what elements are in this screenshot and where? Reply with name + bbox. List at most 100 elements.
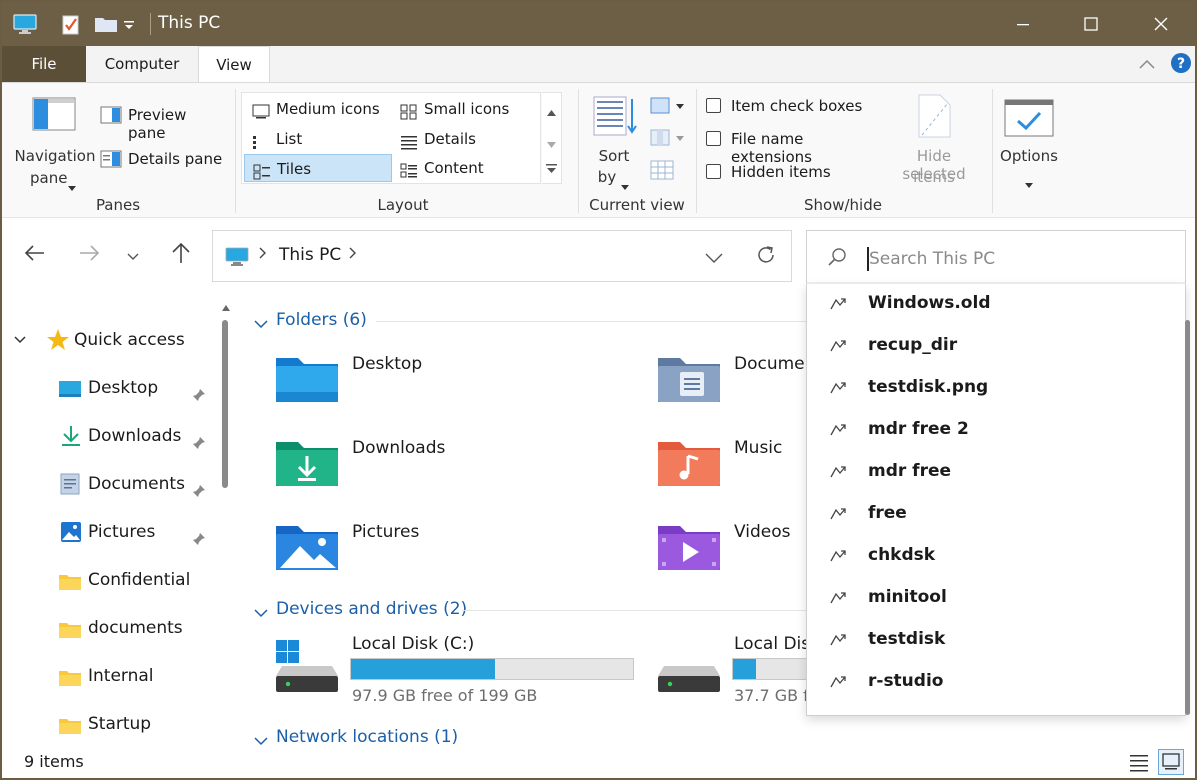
gallery-down-icon[interactable] xyxy=(547,133,556,152)
size-columns-icon[interactable] xyxy=(650,159,676,185)
computer-icon[interactable] xyxy=(12,12,38,36)
file-name-extensions-checkbox[interactable] xyxy=(706,131,721,146)
expand-chevron-icon[interactable] xyxy=(12,324,28,367)
up-button[interactable] xyxy=(166,240,196,270)
folder-tile-documents[interactable]: Documen xyxy=(652,348,808,408)
collapse-chevron-icon[interactable] xyxy=(254,314,268,333)
window-title: This PC xyxy=(158,13,221,33)
hidden-items-checkbox[interactable] xyxy=(706,164,721,179)
search-input[interactable]: Search This PC xyxy=(869,249,995,269)
folders-section-header[interactable]: Folders (6) xyxy=(276,310,367,330)
help-icon[interactable]: ? xyxy=(1170,52,1192,78)
group-by-icon[interactable] xyxy=(650,95,686,121)
devices-section-header[interactable]: Devices and drives (2) xyxy=(276,599,467,619)
content-scroll-thumb[interactable] xyxy=(1185,320,1190,715)
recent-search-icon xyxy=(829,380,847,394)
address-history-icon[interactable] xyxy=(705,249,723,268)
search-suggestion-item[interactable]: mdr free xyxy=(807,452,1185,494)
collapse-ribbon-icon[interactable] xyxy=(1138,56,1156,75)
breadcrumb-this-pc[interactable]: This PC xyxy=(279,245,341,265)
add-columns-icon[interactable] xyxy=(650,127,686,153)
folder-tile-pictures[interactable]: Pictures xyxy=(270,516,530,576)
search-suggestion-item[interactable]: mdr free 2 xyxy=(807,410,1185,452)
search-suggestion-item[interactable]: testdisk xyxy=(807,620,1185,662)
close-button[interactable] xyxy=(1126,2,1195,46)
gallery-more-icon[interactable] xyxy=(546,159,557,178)
drive-tile-c[interactable]: Local Disk (C:) 97.9 GB free of 199 GB xyxy=(270,634,640,710)
pin-icon[interactable] xyxy=(192,483,206,497)
collapse-chevron-icon[interactable] xyxy=(254,731,268,747)
navigation-pane-button[interactable]: Navigation pane xyxy=(12,87,95,191)
search-suggestion-item[interactable]: Windows.old xyxy=(807,284,1185,326)
sidebar-item-documents-folder[interactable]: documents xyxy=(56,612,216,644)
drive-usage-bar xyxy=(732,658,808,680)
layout-details[interactable]: Details xyxy=(392,125,538,153)
gallery-up-icon[interactable] xyxy=(547,101,556,120)
sidebar-item-confidential[interactable]: Confidential xyxy=(56,564,216,596)
layout-content[interactable]: Content xyxy=(392,154,538,182)
search-suggestion-item[interactable]: free xyxy=(807,494,1185,536)
medium-icons-icon xyxy=(252,101,270,119)
details-view-icon[interactable] xyxy=(1128,751,1150,777)
tab-computer[interactable]: Computer xyxy=(86,46,198,82)
customize-qat-icon[interactable] xyxy=(122,12,136,36)
desktop-icon xyxy=(58,379,82,411)
forward-arrow-icon xyxy=(78,244,100,266)
pin-icon[interactable] xyxy=(192,387,206,401)
folder-tile-desktop[interactable]: Desktop xyxy=(270,348,530,408)
search-suggestion-item[interactable]: r-studio xyxy=(807,662,1185,704)
quick-access-item[interactable]: Quick access xyxy=(12,324,212,356)
layout-list[interactable]: List xyxy=(244,125,392,153)
preview-pane-button[interactable]: Preview pane xyxy=(98,103,226,142)
layout-tiles[interactable]: Tiles xyxy=(244,154,392,182)
folder-tile-videos[interactable]: Videos xyxy=(652,516,808,576)
hidden-items-toggle[interactable]: Hidden items xyxy=(704,161,880,185)
suggestion-label: minitool xyxy=(868,587,947,607)
file-name-extensions-toggle[interactable]: File name extensions xyxy=(704,128,880,166)
new-folder-icon[interactable] xyxy=(94,12,118,36)
sort-by-button[interactable]: Sort by xyxy=(590,93,640,190)
details-pane-button[interactable]: Details pane xyxy=(98,147,226,173)
search-suggestion-item[interactable]: testdisk.png xyxy=(807,368,1185,410)
layout-medium-icons[interactable]: Medium icons xyxy=(244,95,392,123)
refresh-icon[interactable] xyxy=(755,244,777,270)
pin-icon[interactable] xyxy=(192,531,206,545)
nav-scroll-thumb[interactable] xyxy=(222,320,228,488)
tab-file[interactable]: File xyxy=(2,46,86,82)
forward-button[interactable] xyxy=(74,240,104,270)
medium-icons-label: Medium icons xyxy=(276,100,380,118)
large-icons-view-icon[interactable] xyxy=(1158,749,1184,775)
details-pane-icon xyxy=(100,150,122,172)
back-button[interactable] xyxy=(20,240,50,270)
item-check-boxes-toggle[interactable]: Item check boxes xyxy=(704,95,880,119)
layout-small-icons[interactable]: Small icons xyxy=(392,95,538,123)
search-box[interactable]: Search This PC xyxy=(806,230,1186,284)
search-suggestion-item[interactable]: minitool xyxy=(807,578,1185,620)
pin-icon[interactable] xyxy=(192,435,206,449)
item-check-boxes-checkbox[interactable] xyxy=(706,98,721,113)
hide-selected-items-button[interactable]: Hide selected items xyxy=(884,91,984,189)
network-section-header[interactable]: Network locations (1) xyxy=(276,727,458,747)
folder-tile-music[interactable]: Music xyxy=(652,432,808,492)
breadcrumb-chevron-icon[interactable] xyxy=(349,245,357,264)
scroll-up-icon[interactable] xyxy=(222,296,230,315)
maximize-button[interactable] xyxy=(1056,2,1126,46)
sidebar-item-label: Pictures xyxy=(88,522,156,542)
tab-view[interactable]: View xyxy=(198,46,270,83)
drive-tile-2[interactable]: Local Dis 37.7 GB f xyxy=(652,634,808,710)
details-pane-label: Details pane xyxy=(128,150,223,168)
breadcrumb-chevron-icon[interactable] xyxy=(259,245,267,264)
recent-locations-button[interactable] xyxy=(118,240,148,270)
options-button[interactable]: Options xyxy=(996,93,1062,189)
folder-tile-downloads[interactable]: Downloads xyxy=(270,432,530,492)
address-bar[interactable]: This PC xyxy=(212,230,792,282)
search-suggestion-item[interactable]: recup_dir xyxy=(807,326,1185,368)
sidebar-item-internal[interactable]: Internal xyxy=(56,660,216,692)
search-suggestion-item[interactable]: chkdsk xyxy=(807,536,1185,578)
collapse-chevron-icon[interactable] xyxy=(254,603,268,622)
properties-icon[interactable] xyxy=(60,12,82,36)
sidebar-item-startup[interactable]: Startup xyxy=(56,708,216,740)
suggestion-label: testdisk xyxy=(868,629,946,649)
minimize-button[interactable] xyxy=(988,2,1058,46)
nav-pane-scrollbar[interactable] xyxy=(220,292,230,747)
